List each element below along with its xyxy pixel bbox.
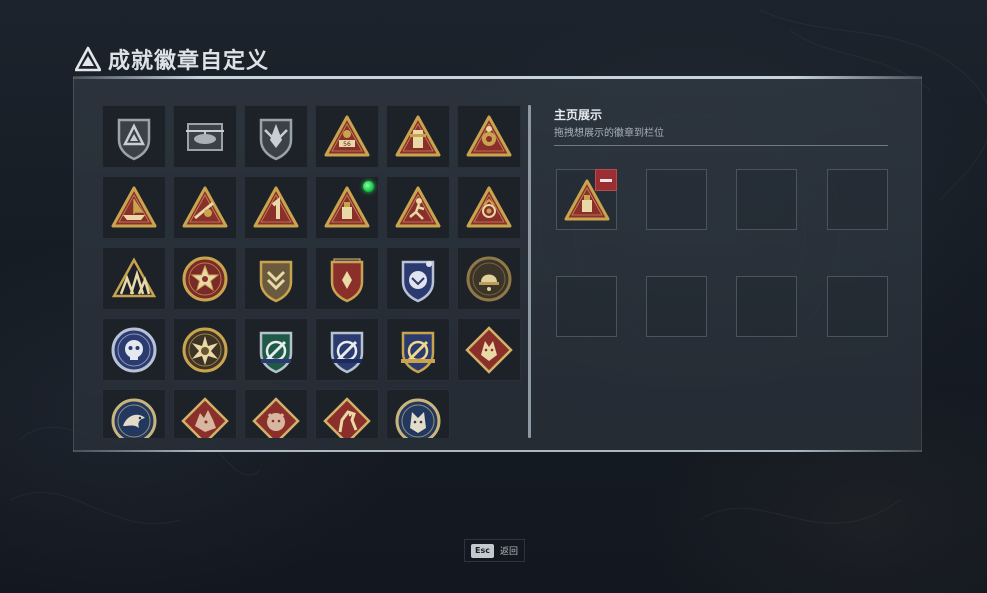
badge-cell[interactable] — [102, 247, 166, 310]
showcase-slot-empty[interactable] — [556, 276, 617, 337]
badge-cell[interactable] — [315, 176, 379, 239]
badge-cell[interactable] — [386, 389, 450, 438]
showcase-slot-empty[interactable] — [736, 169, 797, 230]
badge-cell[interactable] — [315, 318, 379, 381]
showcase-slot-empty[interactable] — [646, 276, 707, 337]
badge-collection[interactable]: 56 — [102, 105, 522, 438]
showcase-divider — [554, 145, 888, 146]
helicopter-crest-icon — [186, 122, 224, 151]
badge-cell[interactable] — [244, 247, 308, 310]
skull-round-icon — [111, 327, 157, 372]
number-one-triangle-icon — [253, 186, 299, 227]
esc-key-icon: Esc — [471, 543, 494, 558]
badge-cell[interactable]: 56 — [315, 105, 379, 168]
page-header: 成就徽章自定义 — [75, 44, 269, 74]
badge-cell[interactable] — [244, 105, 308, 168]
showcase-slot-empty[interactable] — [646, 169, 707, 230]
bird-shield-icon — [401, 260, 435, 302]
badge-cell[interactable] — [386, 247, 450, 310]
star-medal-icon — [182, 256, 228, 301]
gunner-triangle-icon — [182, 186, 228, 227]
badge-cell[interactable] — [173, 389, 237, 438]
green-propeller-shield-icon — [259, 331, 293, 373]
soldier-triangle-icon — [395, 115, 441, 156]
helmet-round-icon — [466, 256, 512, 301]
back-label: 返回 — [499, 547, 518, 557]
blue-propeller-shield-icon — [330, 331, 364, 373]
showcase-slot-empty[interactable] — [827, 276, 888, 337]
burst-round-icon — [182, 327, 228, 372]
badge-cell[interactable] — [386, 176, 450, 239]
badge-cell[interactable] — [173, 105, 237, 168]
badge-cell[interactable] — [315, 389, 379, 438]
squad-triangle-icon — [111, 256, 157, 297]
gold-propeller-shield-icon — [401, 331, 435, 373]
badge-cell[interactable] — [173, 318, 237, 381]
runner-triangle-icon — [395, 186, 441, 227]
badge-cell[interactable] — [244, 318, 308, 381]
badge-cell[interactable] — [457, 105, 521, 168]
badge-cell[interactable] — [457, 318, 521, 381]
badge-cell[interactable] — [457, 247, 521, 310]
badge-cell[interactable] — [173, 247, 237, 310]
showcase-subtitle: 拖拽想展示的徽章到栏位 — [554, 128, 664, 139]
badge-cell[interactable] — [102, 318, 166, 381]
boat-triangle-icon — [111, 186, 157, 227]
silver-triangle-shield-icon — [117, 118, 151, 160]
triangle-emblem-icon — [75, 46, 101, 72]
new-indicator-icon — [363, 181, 374, 192]
badge-cell[interactable] — [102, 176, 166, 239]
back-button[interactable]: Esc 返回 — [464, 539, 525, 562]
panel-top-divider — [73, 76, 922, 79]
showcase-slot-filled[interactable] — [556, 169, 617, 230]
chevron-shield-icon — [259, 260, 293, 302]
blue-star-shield-icon — [330, 257, 364, 302]
tiger-diamond-icon — [252, 396, 300, 438]
badge-cell[interactable] — [386, 105, 450, 168]
badge-cell[interactable] — [102, 105, 166, 168]
badge-cell[interactable] — [173, 176, 237, 239]
showcase-slot-empty[interactable] — [736, 276, 797, 337]
minus-icon — [600, 178, 612, 182]
horse-diamond-icon — [323, 396, 371, 438]
gear-triangle-icon — [466, 115, 512, 156]
badge-cell[interactable] — [315, 247, 379, 310]
badge-cell[interactable] — [244, 176, 308, 239]
wolf-round-icon — [395, 398, 441, 438]
badge-cell[interactable] — [457, 176, 521, 239]
panel-bottom-divider — [73, 450, 922, 452]
eagle-round-icon — [111, 398, 157, 438]
wing-shield-icon — [259, 118, 293, 160]
remove-badge-button[interactable] — [595, 169, 617, 191]
dragon-diamond-icon — [181, 396, 229, 438]
svg-text:56: 56 — [343, 141, 351, 148]
tank-56-triangle-icon: 56 — [324, 115, 370, 156]
collection-scrollbar[interactable] — [528, 105, 531, 438]
badge-cell[interactable] — [102, 389, 166, 438]
badge-grid: 56 — [102, 105, 522, 438]
wolf-diamond-icon — [465, 325, 513, 374]
showcase-title: 主页展示 — [554, 108, 603, 122]
page-title: 成就徽章自定义 — [108, 49, 270, 74]
showcase-slot-empty[interactable] — [827, 169, 888, 230]
badge-cell[interactable] — [386, 318, 450, 381]
badge-cell[interactable] — [244, 389, 308, 438]
flower-triangle-icon — [466, 186, 512, 227]
